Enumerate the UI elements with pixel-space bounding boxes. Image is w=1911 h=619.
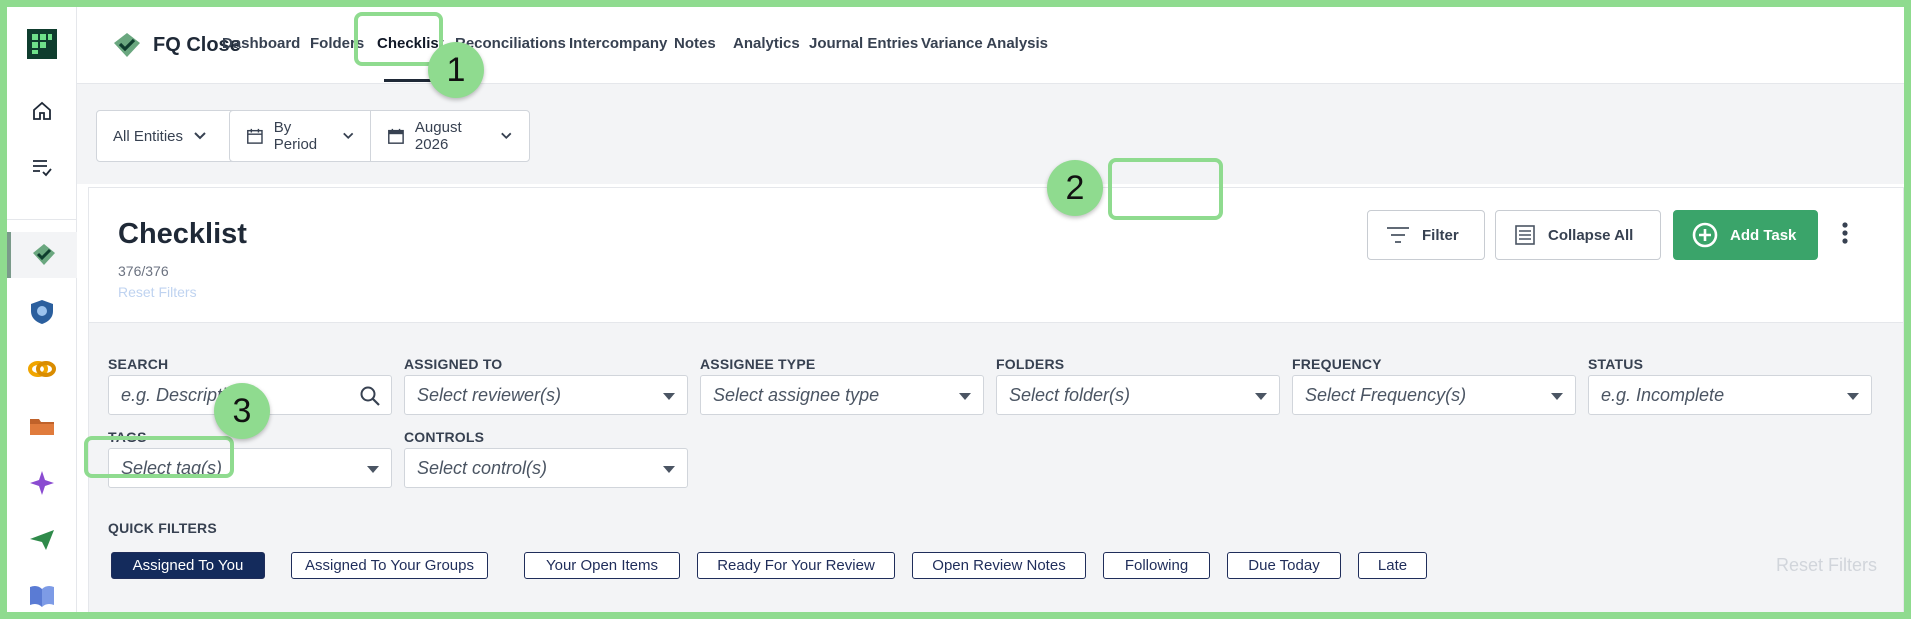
folders-placeholder: Select folder(s) [1009, 384, 1131, 405]
search-icon[interactable] [359, 385, 381, 407]
calendar-icon [247, 128, 263, 144]
caret-down-icon [1551, 393, 1563, 400]
quick-filter-due-today[interactable]: Due Today [1227, 552, 1341, 579]
filter-button[interactable]: Filter [1367, 210, 1485, 260]
entity-select-value: All Entities [113, 127, 184, 145]
tab-variance-analysis[interactable]: Variance Analysis [921, 35, 1048, 52]
sidebar-item-ai[interactable] [7, 460, 77, 506]
collapse-list-icon [1515, 225, 1535, 245]
filter-button-label: Filter [1422, 226, 1459, 244]
app-logo-icon[interactable] [7, 21, 77, 67]
tab-intercompany[interactable]: Intercompany [569, 35, 667, 52]
tab-notes[interactable]: Notes [674, 35, 716, 52]
annotation-badge-2: 2 [1047, 160, 1103, 216]
sidebar-item-security[interactable] [7, 289, 77, 335]
quick-filter-assigned-to-your-groups[interactable]: Assigned To Your Groups [291, 552, 488, 579]
caret-down-icon [663, 466, 675, 473]
plus-circle-icon [1692, 222, 1718, 248]
close-checklist-icon [33, 244, 55, 265]
book-icon [30, 585, 54, 607]
period-bar: All Entities By Period August 2026 [77, 84, 1904, 184]
task-count: 376/376 [118, 263, 169, 279]
status-placeholder: e.g. Incomplete [1601, 384, 1725, 405]
left-rail [7, 7, 77, 612]
sidebar-item-folders[interactable] [7, 403, 77, 449]
quick-filter-your-open-items[interactable]: Your Open Items [524, 552, 680, 579]
home-icon[interactable] [7, 88, 77, 134]
top-navigation: FQ Close Dashboard Folders Checklist Rec… [77, 7, 1904, 84]
assignee-type-label: ASSIGNEE TYPE [700, 356, 816, 372]
caret-down-icon [367, 466, 379, 473]
sidebar-item-docs[interactable] [7, 573, 77, 612]
folders-label: FOLDERS [996, 356, 1065, 372]
caret-down-icon [1255, 393, 1267, 400]
more-options-icon[interactable] [1841, 221, 1849, 250]
status-select[interactable]: e.g. Incomplete [1588, 375, 1872, 415]
assignee-type-select[interactable]: Select assignee type [700, 375, 984, 415]
add-task-label: Add Task [1730, 226, 1797, 244]
tags-select[interactable]: Select tag(s) [108, 448, 392, 488]
app-window: FQ Close Dashboard Folders Checklist Rec… [7, 7, 1904, 612]
assignee-type-placeholder: Select assignee type [713, 384, 880, 405]
controls-placeholder: Select control(s) [417, 457, 548, 478]
sparkle-icon [30, 471, 54, 495]
chevron-down-icon [194, 132, 206, 140]
tab-journal-entries[interactable]: Journal Entries [809, 35, 918, 52]
assigned-to-label: ASSIGNED TO [404, 356, 503, 372]
quick-filters-label: QUICK FILTERS [108, 520, 217, 536]
task-list-icon[interactable] [7, 144, 77, 190]
quick-filter-open-review-notes[interactable]: Open Review Notes [912, 552, 1086, 579]
tags-placeholder: Select tag(s) [121, 457, 223, 478]
tab-folders[interactable]: Folders [310, 35, 364, 52]
filter-lines-icon [1387, 227, 1409, 243]
status-label: STATUS [1588, 356, 1644, 372]
folders-select[interactable]: Select folder(s) [996, 375, 1280, 415]
sidebar-item-send[interactable] [7, 517, 77, 563]
tab-analytics[interactable]: Analytics [733, 35, 800, 52]
period-select[interactable]: August 2026 [370, 110, 530, 162]
reset-filters-button[interactable]: Reset Filters [1776, 555, 1877, 576]
quick-filter-late[interactable]: Late [1358, 552, 1427, 579]
shield-icon [31, 300, 53, 324]
page-title: Checklist [118, 218, 247, 250]
quick-filter-assigned-to-you[interactable]: Assigned To You [111, 552, 265, 579]
controls-label: CONTROLS [404, 429, 485, 445]
add-task-button[interactable]: Add Task [1673, 210, 1818, 260]
search-label: SEARCH [108, 356, 169, 372]
entity-select[interactable]: All Entities [96, 110, 237, 162]
tab-dashboard[interactable]: Dashboard [222, 35, 300, 52]
caret-down-icon [1847, 393, 1859, 400]
collapse-all-label: Collapse All [1548, 226, 1634, 244]
sidebar-item-close[interactable] [7, 232, 77, 278]
quick-filter-ready-for-your-review[interactable]: Ready For Your Review [697, 552, 895, 579]
assigned-to-placeholder: Select reviewer(s) [417, 384, 562, 405]
reset-filters-link[interactable]: Reset Filters [118, 284, 197, 300]
annotation-badge-1: 1 [428, 42, 484, 98]
tags-label: TAGS [108, 429, 147, 445]
assigned-to-select[interactable]: Select reviewer(s) [404, 375, 688, 415]
collapse-all-button[interactable]: Collapse All [1495, 210, 1661, 260]
frequency-placeholder: Select Frequency(s) [1305, 384, 1467, 405]
period-mode-value: By Period [273, 119, 318, 153]
calendar-filled-icon [388, 128, 404, 144]
link-icon [28, 361, 56, 377]
annotation-badge-3: 3 [214, 383, 270, 439]
period-mode-select[interactable]: By Period [229, 110, 371, 162]
controls-select[interactable]: Select control(s) [404, 448, 688, 488]
chevron-down-icon [342, 132, 353, 140]
frequency-select[interactable]: Select Frequency(s) [1292, 375, 1576, 415]
caret-down-icon [959, 393, 971, 400]
period-value: August 2026 [414, 119, 462, 153]
caret-down-icon [663, 393, 675, 400]
tab-checklist[interactable]: Checklist [377, 35, 444, 52]
fq-close-logo-icon [114, 33, 140, 57]
sidebar-item-links[interactable] [7, 346, 77, 392]
paper-plane-icon [30, 530, 54, 550]
chevron-down-icon [501, 132, 512, 140]
checklist-panel: Checklist 376/376 Reset Filters Filter C… [88, 187, 1904, 612]
checklist-header: Checklist 376/376 Reset Filters Filter C… [89, 188, 1903, 323]
frequency-label: FREQUENCY [1292, 356, 1382, 372]
folder-icon [30, 419, 54, 435]
quick-filter-following[interactable]: Following [1103, 552, 1210, 579]
